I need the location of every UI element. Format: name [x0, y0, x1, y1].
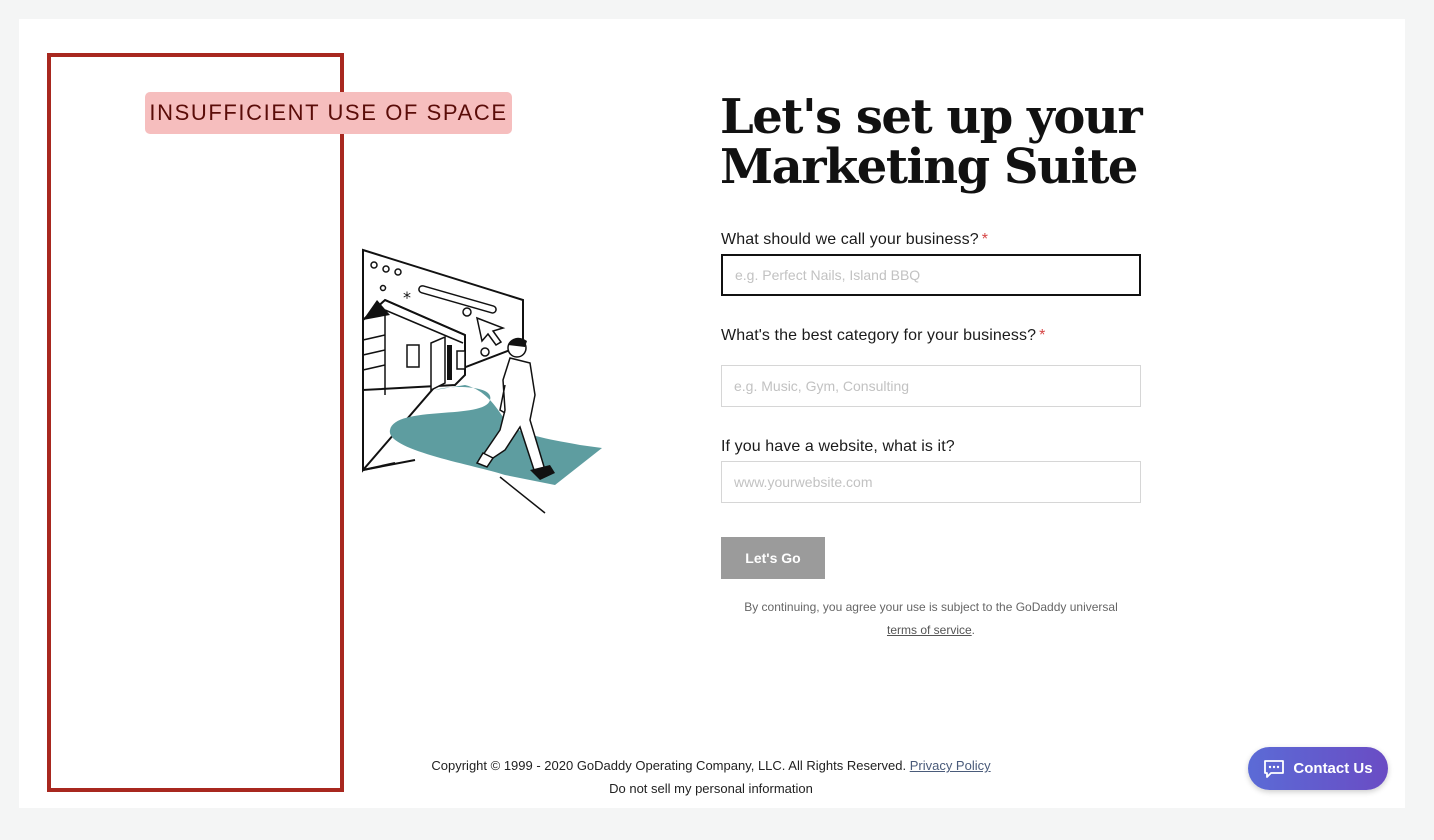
- copyright-text: Copyright © 1999 - 2020 GoDaddy Operatin…: [431, 758, 907, 773]
- page-title-line1: Let's set up your: [720, 89, 1143, 145]
- footer: Copyright © 1999 - 2020 GoDaddy Operatin…: [380, 754, 1042, 800]
- website-label-text: If you have a website, what is it?: [721, 438, 955, 455]
- privacy-policy-link[interactable]: Privacy Policy: [910, 758, 991, 773]
- terms-notice: By continuing, you agree your use is sub…: [721, 596, 1141, 642]
- storefront-illustration: *: [362, 248, 602, 514]
- annotation-box: [47, 53, 344, 792]
- terms-prefix: By continuing, you agree your use is sub…: [744, 600, 1118, 614]
- lets-go-button[interactable]: Let's Go: [721, 537, 825, 579]
- category-label: What's the best category for your busine…: [721, 327, 1045, 345]
- business-name-label: What should we call your business? *: [721, 231, 988, 249]
- website-input[interactable]: [721, 461, 1141, 503]
- page-title-line2: Marketing Suite: [720, 139, 1138, 195]
- category-label-text: What's the best category for your busine…: [721, 327, 1037, 344]
- required-mark: *: [981, 231, 989, 248]
- annotation-label: INSUFFICIENT USE OF SPACE: [145, 92, 512, 134]
- website-label: If you have a website, what is it?: [721, 438, 955, 456]
- terms-suffix: .: [971, 623, 976, 637]
- svg-text:*: *: [403, 288, 411, 307]
- chat-icon: [1264, 759, 1285, 778]
- do-not-sell-link[interactable]: Do not sell my personal information: [609, 781, 813, 796]
- category-input[interactable]: [721, 365, 1141, 407]
- contact-us-label: Contact Us: [1293, 760, 1373, 777]
- required-mark: *: [1039, 327, 1046, 344]
- business-name-label-text: What should we call your business?: [721, 231, 979, 248]
- business-name-input[interactable]: [721, 254, 1141, 296]
- terms-of-service-link[interactable]: terms of service: [887, 623, 972, 637]
- page-title: Let's set up your Marketing Suite: [720, 92, 1180, 192]
- contact-us-button[interactable]: Contact Us: [1248, 747, 1388, 790]
